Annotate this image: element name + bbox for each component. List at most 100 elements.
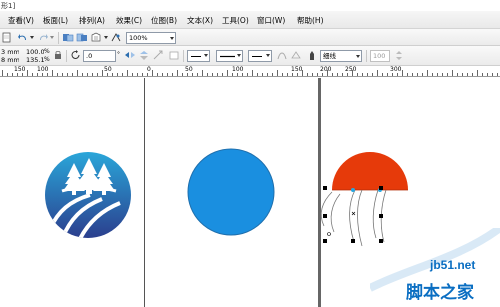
rotation-field[interactable]: .0 — [83, 50, 116, 62]
ruler-tick — [412, 73, 413, 76]
ruler-tick — [397, 73, 398, 76]
wrap-text-icon[interactable] — [168, 50, 180, 61]
ruler-tick — [342, 73, 343, 76]
selection-handle[interactable] — [323, 186, 327, 190]
ruler-label: 100 — [37, 66, 49, 73]
watermark-name: 脚本之家 — [406, 283, 474, 303]
ruler-tick — [2, 70, 3, 76]
undo-icon[interactable] — [17, 32, 29, 43]
ruler-label: 300 — [390, 66, 402, 73]
ruler-label: 50 — [185, 66, 193, 73]
percent-y-label: % — [44, 56, 50, 63]
scale-icon[interactable] — [152, 50, 164, 61]
selection-handle[interactable] — [351, 239, 355, 243]
ruler-tick — [12, 73, 13, 76]
menu-tools[interactable]: 工具(O) — [222, 15, 249, 26]
menu-effects[interactable]: 效果(C) — [116, 15, 142, 26]
menu-help[interactable]: 帮助(H) — [297, 15, 324, 26]
ruler-tick — [252, 70, 253, 76]
redo-icon[interactable] — [37, 32, 49, 43]
ruler-tick — [357, 73, 358, 76]
convert-curves-icon[interactable] — [276, 50, 288, 61]
ruler-tick — [152, 70, 153, 76]
ruler-tick — [7, 73, 8, 76]
ruler-tick — [477, 70, 478, 76]
menu-bitmaps[interactable]: 位图(B) — [151, 15, 177, 26]
outline-stepper-icon[interactable] — [393, 50, 405, 61]
property-bar: 3 mm 8 mm 100.0 135.1 % % .0 ° 细线 100 — [0, 46, 500, 66]
mirror-h-icon[interactable] — [124, 50, 136, 61]
ruler-tick — [27, 70, 28, 76]
ruler-tick — [377, 70, 378, 76]
new-icon[interactable] — [1, 32, 13, 43]
ruler-tick — [242, 73, 243, 76]
scale-x-field[interactable]: 100.0 — [24, 48, 44, 56]
height-field[interactable]: 8 mm — [0, 56, 19, 64]
ruler-tick — [257, 73, 258, 76]
ruler-tick — [447, 73, 448, 76]
selection-handle[interactable] — [379, 186, 383, 190]
ruler-tick — [422, 73, 423, 76]
ruler-tick — [137, 73, 138, 76]
lock-ratio-icon[interactable] — [52, 50, 64, 61]
end-arrow-dropdown[interactable] — [248, 50, 272, 62]
ruler-tick — [367, 73, 368, 76]
line-style-dropdown[interactable] — [216, 50, 243, 62]
ruler-tick — [177, 70, 178, 76]
menu-layout[interactable]: 板面(L) — [43, 15, 68, 26]
ruler-tick — [102, 70, 103, 76]
outline-size-field[interactable]: 100 — [370, 50, 390, 62]
selection-handle[interactable] — [323, 239, 327, 243]
menu-view[interactable]: 查看(V) — [8, 15, 34, 26]
selection-handle[interactable] — [379, 214, 383, 218]
ruler-tick — [292, 73, 293, 76]
tree-logo[interactable] — [44, 151, 132, 239]
scale-y-field[interactable]: 135.1 — [24, 56, 44, 64]
zoom-levels-icon[interactable] — [110, 32, 122, 43]
ruler-tick — [112, 73, 113, 76]
ruler-tick — [17, 73, 18, 76]
ruler-label: 0 — [147, 66, 151, 73]
ruler-tick — [142, 73, 143, 76]
ruler-tick — [337, 73, 338, 76]
selection-handle[interactable] — [323, 214, 327, 218]
ruler-tick — [162, 73, 163, 76]
ruler-label: 50 — [104, 66, 112, 73]
menu-window[interactable]: 窗口(W) — [257, 15, 285, 26]
drawing-canvas[interactable]: jb51.net 脚本之家 — [0, 78, 500, 307]
width-field[interactable]: 3 mm — [0, 48, 19, 56]
menu-arrange[interactable]: 排列(A) — [79, 15, 105, 26]
print-icon[interactable] — [90, 32, 102, 43]
export-icon[interactable] — [76, 32, 88, 43]
start-arrow-dropdown[interactable] — [187, 50, 210, 62]
title-bar: 形1] — [0, 0, 500, 11]
ruler-tick — [307, 73, 308, 76]
ruler-tick — [92, 73, 93, 76]
trace-icon[interactable] — [290, 50, 302, 61]
ruler-tick — [62, 73, 63, 76]
mirror-v-icon[interactable] — [138, 50, 150, 61]
ruler-tick — [67, 73, 68, 76]
outline-width-dropdown[interactable]: 细线 — [320, 50, 362, 62]
undo-dropdown[interactable] — [29, 32, 35, 43]
rotation-value: .0 — [86, 52, 93, 60]
standard-toolbar: 100% — [0, 29, 500, 46]
outline-pen-icon[interactable] — [306, 50, 318, 61]
rotate-icon — [70, 50, 82, 61]
ruler-tick — [452, 70, 453, 76]
ruler-tick — [77, 70, 78, 76]
ruler-tick — [247, 73, 248, 76]
zoom-dropdown[interactable]: 100% — [126, 32, 176, 44]
print-dropdown[interactable] — [103, 32, 109, 43]
blue-circle[interactable] — [186, 147, 276, 237]
ruler-tick — [427, 70, 428, 76]
ruler-tick — [37, 73, 38, 76]
menu-text[interactable]: 文本(X) — [187, 15, 213, 26]
redo-dropdown[interactable] — [49, 32, 55, 43]
ruler-tick — [332, 73, 333, 76]
watermark: jb51.net 脚本之家 — [370, 228, 500, 307]
ruler-tick — [42, 73, 43, 76]
import-icon[interactable] — [62, 32, 74, 43]
horizontal-ruler[interactable]: 150 100 50 0 50 100 150 200 250 300 — [0, 66, 500, 77]
ruler-tick — [202, 70, 203, 76]
